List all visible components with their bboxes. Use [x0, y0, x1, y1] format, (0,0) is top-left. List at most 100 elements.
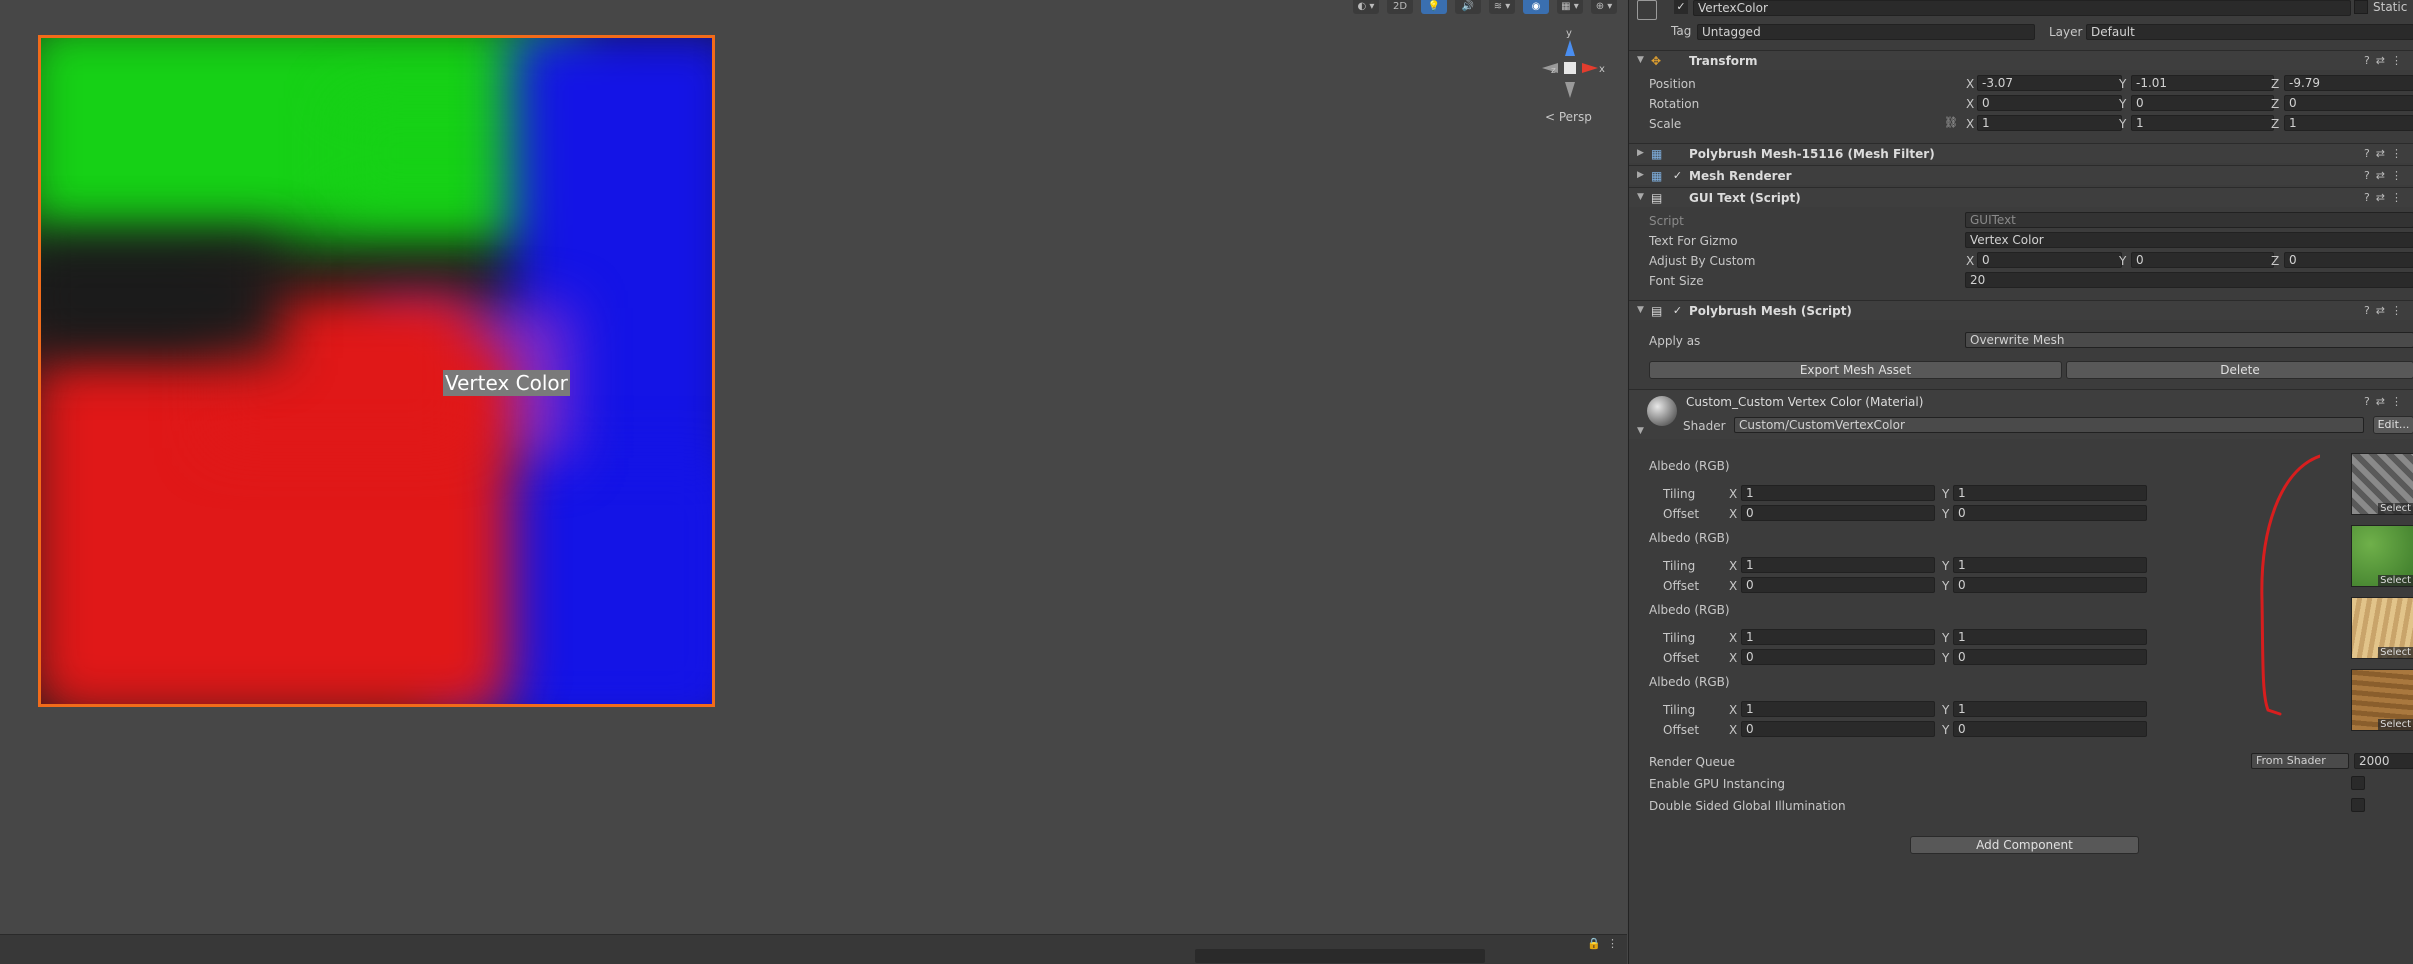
foldout-arrow-icon[interactable]: ▼ [1637, 192, 1644, 202]
tiling-x-field[interactable]: 1 [1741, 701, 1935, 717]
effects-dropdown-button[interactable]: ≋ ▾ [1489, 0, 1515, 14]
grid-dropdown-button[interactable]: ▦ ▾ [1557, 0, 1583, 14]
lock-icon[interactable]: 🔒 [1587, 937, 1601, 950]
font-size-field[interactable]: 20 [1965, 272, 2413, 288]
double-sided-gi-checkbox[interactable] [2351, 798, 2365, 812]
bottom-search-field[interactable] [1195, 949, 1485, 963]
object-name-field[interactable]: VertexColor [1693, 0, 2351, 16]
axis-y-label: Y [1942, 579, 1950, 593]
axis-z-label: Z [2271, 77, 2280, 91]
gizmo-neg-y-cone[interactable] [1565, 82, 1575, 98]
render-queue-field[interactable]: 2000 [2354, 753, 2413, 769]
foldout-arrow-icon[interactable]: ▶ [1637, 170, 1644, 180]
rotation-z-field[interactable]: 0 [2284, 95, 2413, 111]
tiling-y-field[interactable]: 1 [1953, 485, 2147, 501]
hidden-objects-toggle-button[interactable]: ◉ [1523, 0, 1549, 14]
texture-select-button[interactable]: Select [2378, 719, 2413, 730]
gizmos-dropdown-button[interactable]: ⊕ ▾ [1591, 0, 1617, 14]
offset-y-field[interactable]: 0 [1953, 577, 2147, 593]
albedo-texture-thumbnail[interactable]: Select [2351, 453, 2413, 515]
edit-shader-button[interactable]: Edit... [2373, 416, 2413, 434]
constrain-proportions-icon[interactable]: ⛓ [1944, 116, 1958, 129]
gui-text-header[interactable]: ▼ ▤ GUI Text (Script) ?⇄⋮ [1629, 187, 2413, 207]
scene-view[interactable]: ◐ ▾ 2D 💡 🔊 ≋ ▾ ◉ ▦ ▾ ⊕ ▾ Vertex Color y … [0, 0, 1627, 964]
mesh-renderer-header[interactable]: ▶ ▦ ✓ Mesh Renderer ?⇄⋮ [1629, 165, 2413, 185]
component-menu-icons[interactable]: ?⇄⋮ [2364, 191, 2408, 204]
shader-label: Shader [1683, 419, 1726, 433]
scale-z-field[interactable]: 1 [2284, 115, 2413, 131]
offset-y-field[interactable]: 0 [1953, 505, 2147, 521]
offset-y-field[interactable]: 0 [1953, 721, 2147, 737]
component-menu-icons[interactable]: ?⇄⋮ [2364, 147, 2408, 160]
static-checkbox[interactable] [2354, 0, 2368, 14]
delete-button[interactable]: Delete [2066, 361, 2413, 379]
scene-orientation-gizmo[interactable]: y x z [1535, 26, 1605, 106]
2d-toggle-button[interactable]: 2D [1387, 0, 1413, 14]
gizmo-y-cone[interactable] [1565, 40, 1575, 56]
script-icon: ▤ [1651, 191, 1663, 205]
adjust-z-field[interactable]: 0 [2284, 252, 2413, 268]
gizmo-center-cube[interactable] [1564, 62, 1576, 74]
scale-y-field[interactable]: 1 [2131, 115, 2274, 131]
component-menu-icons[interactable]: ?⇄⋮ [2364, 304, 2408, 317]
position-x-field[interactable]: -3.07 [1977, 75, 2122, 91]
render-queue-mode-dropdown[interactable]: From Shader [2251, 753, 2349, 769]
foldout-arrow-icon[interactable]: ▼ [1637, 55, 1644, 65]
add-component-button[interactable]: Add Component [1910, 836, 2139, 854]
gizmo-x-cone[interactable] [1582, 63, 1598, 73]
mesh-renderer-enabled-checkbox[interactable]: ✓ [1671, 169, 1684, 182]
albedo-texture-thumbnail[interactable]: Select [2351, 669, 2413, 731]
offset-x-field[interactable]: 0 [1741, 649, 1935, 665]
tiling-y-field[interactable]: 1 [1953, 701, 2147, 717]
mesh-renderer-icon: ▦ [1651, 169, 1663, 183]
polybrush-enabled-checkbox[interactable]: ✓ [1671, 304, 1684, 317]
shading-mode-button[interactable]: ◐ ▾ [1353, 0, 1379, 14]
tiling-x-field[interactable]: 1 [1741, 629, 1935, 645]
adjust-y-field[interactable]: 0 [2131, 252, 2274, 268]
component-menu-icons[interactable]: ?⇄⋮ [2364, 169, 2408, 182]
texture-select-button[interactable]: Select [2378, 575, 2413, 586]
text-for-gizmo-field[interactable]: Vertex Color [1965, 232, 2413, 248]
albedo-texture-thumbnail[interactable]: Select [2351, 525, 2413, 587]
foldout-arrow-icon[interactable]: ▼ [1637, 426, 1644, 436]
lighting-toggle-button[interactable]: 💡 [1421, 0, 1447, 14]
tiling-x-field[interactable]: 1 [1741, 485, 1935, 501]
script-field: GUIText [1965, 212, 2413, 228]
gpu-instancing-checkbox[interactable] [2351, 776, 2365, 790]
tiling-x-field[interactable]: 1 [1741, 557, 1935, 573]
polybrush-mesh-header[interactable]: ▼ ▤ ✓ Polybrush Mesh (Script) ?⇄⋮ [1629, 300, 2413, 320]
position-y-field[interactable]: -1.01 [2131, 75, 2274, 91]
offset-x-field[interactable]: 0 [1741, 505, 1935, 521]
vertex-color-mesh[interactable]: Vertex Color [38, 35, 715, 707]
rotation-y-field[interactable]: 0 [2131, 95, 2274, 111]
persp-label[interactable]: < Persp [1545, 110, 1592, 124]
tiling-y-field[interactable]: 1 [1953, 629, 2147, 645]
position-z-field[interactable]: -9.79 [2284, 75, 2413, 91]
apply-as-dropdown[interactable]: Overwrite Mesh [1965, 332, 2413, 348]
audio-toggle-button[interactable]: 🔊 [1455, 0, 1481, 14]
layer-dropdown[interactable]: Default [2086, 24, 2413, 40]
texture-select-button[interactable]: Select [2378, 503, 2413, 514]
kebab-menu-icon[interactable]: ⋮ [1607, 937, 1618, 950]
export-mesh-asset-button[interactable]: Export Mesh Asset [1649, 361, 2062, 379]
transform-header[interactable]: ▼ ✥ Transform ?⇄⋮ [1629, 50, 2413, 70]
component-menu-icons[interactable]: ?⇄⋮ [2364, 395, 2408, 408]
shader-dropdown[interactable]: Custom/CustomVertexColor [1734, 417, 2364, 433]
foldout-arrow-icon[interactable]: ▶ [1637, 148, 1644, 158]
active-checkbox[interactable]: ✓ [1674, 0, 1688, 14]
mesh-filter-header[interactable]: ▶ ▦ Polybrush Mesh-15116 (Mesh Filter) ?… [1629, 143, 2413, 163]
tag-dropdown[interactable]: Untagged [1697, 24, 2035, 40]
axis-y-label: Y [2119, 97, 2127, 111]
scale-x-field[interactable]: 1 [1977, 115, 2122, 131]
albedo-texture-thumbnail[interactable]: Select [2351, 597, 2413, 659]
offset-x-field[interactable]: 0 [1741, 577, 1935, 593]
tiling-y-field[interactable]: 1 [1953, 557, 2147, 573]
foldout-arrow-icon[interactable]: ▼ [1637, 305, 1644, 315]
component-menu-icons[interactable]: ?⇄⋮ [2364, 54, 2408, 67]
material-header[interactable]: Custom_Custom Vertex Color (Material) Sh… [1629, 389, 2413, 439]
rotation-x-field[interactable]: 0 [1977, 95, 2122, 111]
offset-x-field[interactable]: 0 [1741, 721, 1935, 737]
offset-y-field[interactable]: 0 [1953, 649, 2147, 665]
texture-select-button[interactable]: Select [2378, 647, 2413, 658]
adjust-x-field[interactable]: 0 [1977, 252, 2122, 268]
